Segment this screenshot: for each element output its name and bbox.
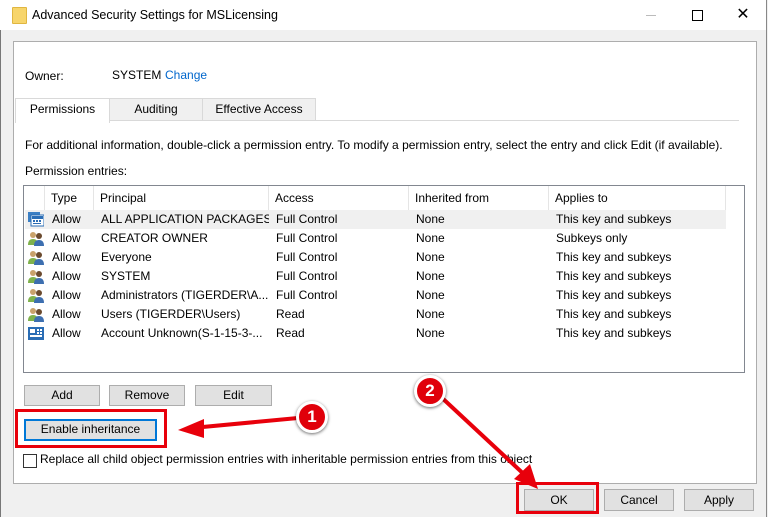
window-title: Advanced Security Settings for MSLicensi… — [32, 8, 278, 22]
users-group-icon — [28, 250, 44, 265]
advanced-security-settings-window: Advanced Security Settings for MSLicensi… — [0, 0, 767, 517]
cell-applies: Subkeys only — [556, 231, 628, 245]
cell-type: Allow — [52, 326, 81, 340]
cell-type: Allow — [52, 231, 81, 245]
cell-type: Allow — [52, 212, 81, 226]
cell-applies: This key and subkeys — [556, 269, 672, 283]
cell-inherited: None — [416, 288, 445, 302]
cell-type: Allow — [52, 307, 81, 321]
cell-inherited: None — [416, 212, 445, 226]
permission-entry-row[interactable]: Allow Account Unknown(S-1-15-3-... Read Non… — [25, 324, 726, 343]
cancel-button[interactable]: Cancel — [604, 489, 674, 511]
cell-inherited: None — [416, 231, 445, 245]
cell-type: Allow — [52, 250, 81, 264]
cell-principal: SYSTEM — [101, 269, 151, 283]
permission-entry-row[interactable]: Allow Users (TIGERDER\Users) Read None This … — [25, 305, 726, 324]
permission-entry-row[interactable]: Allow CREATOR OWNER Full Control None Subkey… — [25, 229, 726, 248]
replace-child-permissions-checkbox[interactable] — [23, 454, 37, 468]
cell-access: Full Control — [276, 288, 338, 302]
info-text: For additional information, double-click… — [25, 138, 723, 152]
step-badge-1: 1 — [296, 401, 328, 433]
list-header: Type Principal Access Inherited from App… — [24, 186, 726, 210]
maximize-button[interactable] — [674, 0, 720, 30]
change-owner-link[interactable]: Change — [165, 68, 207, 82]
cell-type: Allow — [52, 269, 81, 283]
cell-inherited: None — [416, 326, 445, 340]
replace-child-permissions-label[interactable]: Replace all child object permission entr… — [40, 452, 532, 466]
permission-entry-row[interactable]: Allow Everyone Full Control None This key an… — [25, 248, 726, 267]
window-border — [0, 0, 1, 517]
permission-entry-row[interactable]: Allow SYSTEM Full Control None This key and … — [25, 267, 726, 286]
apply-button[interactable]: Apply — [684, 489, 754, 511]
tab-permissions[interactable]: Permissions — [15, 98, 110, 123]
cell-inherited: None — [416, 250, 445, 264]
cell-applies: This key and subkeys — [556, 307, 672, 321]
cell-access: Full Control — [276, 231, 338, 245]
cell-access: Read — [276, 326, 305, 340]
cell-principal: Administrators (TIGERDER\A... — [101, 288, 269, 302]
enable-inheritance-button[interactable]: Enable inheritance — [24, 419, 157, 441]
remove-button[interactable]: Remove — [109, 385, 185, 406]
cell-applies: This key and subkeys — [556, 212, 672, 226]
cell-principal: Everyone — [101, 250, 152, 264]
tab-effective-access[interactable]: Effective Access — [202, 98, 316, 120]
close-icon: ✕ — [736, 6, 750, 23]
edit-button[interactable]: Edit — [195, 385, 272, 406]
cell-access: Read — [276, 307, 305, 321]
cell-access: Full Control — [276, 269, 338, 283]
cell-inherited: None — [416, 307, 445, 321]
users-group-icon — [28, 307, 44, 322]
cell-type: Allow — [52, 288, 81, 302]
ok-button[interactable]: OK — [524, 489, 594, 511]
permission-entries-list[interactable]: Type Principal Access Inherited from App… — [23, 185, 745, 373]
cell-access: Full Control — [276, 250, 338, 264]
permission-entries-label: Permission entries: — [25, 164, 128, 178]
close-button[interactable]: ✕ — [720, 0, 766, 30]
step-badge-2: 2 — [414, 375, 446, 407]
column-header-inherited-from[interactable]: Inherited from — [409, 186, 549, 210]
maximize-icon — [691, 9, 703, 21]
cell-applies: This key and subkeys — [556, 288, 672, 302]
cell-principal: Users (TIGERDER\Users) — [101, 307, 241, 321]
tab-divider — [15, 120, 739, 121]
minimize-icon — [646, 14, 656, 16]
column-header-type[interactable]: Type — [45, 186, 94, 210]
cell-applies: This key and subkeys — [556, 326, 672, 340]
owner-label: Owner: — [25, 69, 64, 83]
cell-inherited: None — [416, 269, 445, 283]
permission-entry-row[interactable]: Allow Administrators (TIGERDER\A... Full C… — [25, 286, 726, 305]
app-packages-icon — [28, 212, 45, 227]
cell-applies: This key and subkeys — [556, 250, 672, 264]
title-bar: Advanced Security Settings for MSLicensi… — [0, 0, 766, 30]
owner-value: SYSTEM — [112, 68, 162, 82]
cell-access: Full Control — [276, 212, 338, 226]
folder-icon — [12, 7, 27, 24]
capability-icon — [28, 326, 44, 341]
cell-principal: Account Unknown(S-1-15-3-... — [101, 326, 263, 340]
tab-auditing[interactable]: Auditing — [108, 98, 204, 120]
minimize-button[interactable] — [628, 0, 674, 30]
column-header-icon — [24, 186, 45, 210]
users-group-icon — [28, 231, 44, 246]
column-header-access[interactable]: Access — [269, 186, 409, 210]
users-group-icon — [28, 288, 44, 303]
column-header-applies-to[interactable]: Applies to — [549, 186, 726, 210]
add-button[interactable]: Add — [24, 385, 100, 406]
cell-principal: ALL APPLICATION PACKAGES — [101, 212, 269, 226]
column-header-principal[interactable]: Principal — [94, 186, 269, 210]
permission-entry-row[interactable]: Allow ALL APPLICATION PACKAGES Full Contro… — [25, 210, 726, 229]
users-group-icon — [28, 269, 44, 284]
cell-principal: CREATOR OWNER — [101, 231, 208, 245]
